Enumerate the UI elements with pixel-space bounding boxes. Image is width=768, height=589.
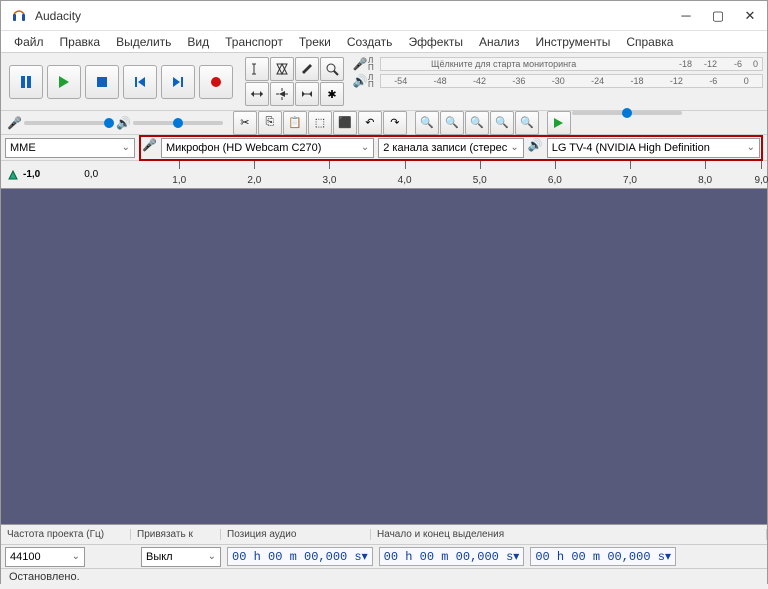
input-device-combo[interactable]: Микрофон (HD Webcam C270) <box>161 138 374 158</box>
meter-click-text: Щёлкните для старта мониторинга <box>431 59 576 69</box>
selection-toolbar-labels: Частота проекта (Гц) Привязать к Позиция… <box>1 525 767 545</box>
copy-button[interactable]: ⎘ <box>258 111 282 135</box>
skip-start-button[interactable] <box>123 65 157 99</box>
tools-toolbar: ✱ <box>241 53 348 110</box>
draw-tool[interactable] <box>295 57 319 81</box>
app-icon <box>11 8 27 24</box>
meter-channels-out: ЛП <box>368 74 380 88</box>
snap-to-label: Привязать к <box>137 529 214 540</box>
device-highlight: 🎤 Микрофон (HD Webcam C270) 2 канала зап… <box>139 135 763 161</box>
menu-view[interactable]: Вид <box>179 33 217 51</box>
recording-channels-combo[interactable]: 2 канала записи (стерес <box>378 138 524 158</box>
pause-button[interactable] <box>9 65 43 99</box>
play-at-speed <box>543 111 686 135</box>
menu-transport[interactable]: Транспорт <box>217 33 291 51</box>
undo-button[interactable]: ↶ <box>358 111 382 135</box>
titlebar: Audacity ─ ▢ ✕ <box>1 1 767 31</box>
ruler-zero: 0,0 <box>84 169 98 180</box>
selection-label: Начало и конец выделения <box>377 529 760 540</box>
zoom-fit-tool[interactable] <box>295 82 319 106</box>
play-button[interactable] <box>47 65 81 99</box>
star-tool[interactable]: ✱ <box>320 82 344 106</box>
fit-selection-button[interactable]: 🔍 <box>465 111 489 135</box>
timeshift-tool[interactable] <box>245 82 269 106</box>
pin-icon[interactable] <box>7 169 19 181</box>
status-text: Остановлено. <box>9 571 80 583</box>
maximize-button[interactable]: ▢ <box>711 9 725 23</box>
tracks-area[interactable] <box>1 189 767 525</box>
silence-button[interactable]: ⬛ <box>333 111 357 135</box>
audio-position-label: Позиция аудио <box>227 529 364 540</box>
meter-channels: ЛП <box>368 57 380 71</box>
mic-icon: 🎤 <box>352 57 368 71</box>
main-toolbar: ✱ 🎤 ЛП Щёлкните для старта мониторинга -… <box>1 53 767 111</box>
menubar: Файл Правка Выделить Вид Транспорт Треки… <box>1 31 767 53</box>
device-toolbar: MME 🎤 Микрофон (HD Webcam C270) 2 канала… <box>1 135 767 161</box>
menu-edit[interactable]: Правка <box>52 33 109 51</box>
project-rate-combo[interactable]: 44100 <box>5 547 85 567</box>
menu-help[interactable]: Справка <box>618 33 681 51</box>
zoom-out-button[interactable]: 🔍 <box>440 111 464 135</box>
selection-end-timecode[interactable]: 00 h 00 m 00,000 s▾ <box>530 547 676 566</box>
close-button[interactable]: ✕ <box>743 9 757 23</box>
selection-tool[interactable] <box>245 57 269 81</box>
trim-button[interactable]: ⬚ <box>308 111 332 135</box>
recording-volume-slider[interactable] <box>24 121 114 125</box>
zoom-tool[interactable] <box>320 57 344 81</box>
minimize-button[interactable]: ─ <box>679 9 693 23</box>
mixer-edit-row: 🎤 🔊 ✂ ⎘ 📋 ⬚ ⬛ ↶ ↷ 🔍 🔍 🔍 🔍 🔍 <box>1 111 767 135</box>
recording-meter[interactable]: Щёлкните для старта мониторинга -18 -12 … <box>380 57 763 71</box>
menu-tracks[interactable]: Треки <box>291 33 339 51</box>
output-device-combo[interactable]: LG TV-4 (NVIDIA High Definition <box>547 138 760 158</box>
record-button[interactable] <box>199 65 233 99</box>
zoom-in-button[interactable]: 🔍 <box>415 111 439 135</box>
fit-project-button[interactable]: 🔍 <box>490 111 514 135</box>
audio-host-combo[interactable]: MME <box>5 138 135 158</box>
skip-end-button[interactable] <box>161 65 195 99</box>
stop-button[interactable] <box>85 65 119 99</box>
cut-button[interactable]: ✂ <box>233 111 257 135</box>
envelope-tool[interactable] <box>270 57 294 81</box>
mic-volume-icon: 🎤 <box>7 116 22 130</box>
snap-to-combo[interactable]: Выкл <box>141 547 221 567</box>
menu-generate[interactable]: Создать <box>339 33 401 51</box>
paste-button[interactable]: 📋 <box>283 111 307 135</box>
playback-volume-icon: 🔊 <box>116 116 131 130</box>
zoom-toggle-button[interactable]: 🔍 <box>515 111 539 135</box>
multi-tool[interactable] <box>270 82 294 106</box>
project-rate-label: Частота проекта (Гц) <box>7 529 124 540</box>
menu-select[interactable]: Выделить <box>108 33 179 51</box>
edit-toolbar: ✂ ⎘ 📋 ⬚ ⬛ ↶ ↷ <box>229 111 411 135</box>
selection-start-timecode[interactable]: 00 h 00 m 00,000 s▾ <box>379 547 525 566</box>
output-device-icon: 🔊 <box>528 138 543 158</box>
transport-controls <box>1 53 241 110</box>
speaker-icon: 🔊 <box>352 74 368 88</box>
menu-effects[interactable]: Эффекты <box>400 33 471 51</box>
ruler-start: -1,0 <box>23 169 40 180</box>
menu-file[interactable]: Файл <box>6 33 52 51</box>
playback-volume-slider[interactable] <box>133 121 223 125</box>
zoom-toolbar: 🔍 🔍 🔍 🔍 🔍 <box>411 111 543 135</box>
meters-panel: 🎤 ЛП Щёлкните для старта мониторинга -18… <box>348 53 767 110</box>
playback-speed-slider[interactable] <box>572 111 682 115</box>
menu-tools[interactable]: Инструменты <box>528 33 619 51</box>
menu-analyze[interactable]: Анализ <box>471 33 528 51</box>
status-bar: Остановлено. <box>1 569 767 589</box>
redo-button[interactable]: ↷ <box>383 111 407 135</box>
playback-meter[interactable]: -54 -48 -42 -36 -30 -24 -18 -12 -6 0 <box>380 74 763 88</box>
play-at-speed-button[interactable] <box>547 111 571 135</box>
timeline-ruler[interactable]: -1,0 0,0 1,0 2,0 3,0 4,0 5,0 6,0 7,0 8,0… <box>1 161 767 189</box>
window-title: Audacity <box>35 9 679 23</box>
audio-position-timecode[interactable]: 00 h 00 m 00,000 s▾ <box>227 547 373 566</box>
input-device-icon: 🎤 <box>142 138 157 158</box>
selection-toolbar-values: 44100 Выкл 00 h 00 m 00,000 s▾ 00 h 00 m… <box>1 545 767 569</box>
